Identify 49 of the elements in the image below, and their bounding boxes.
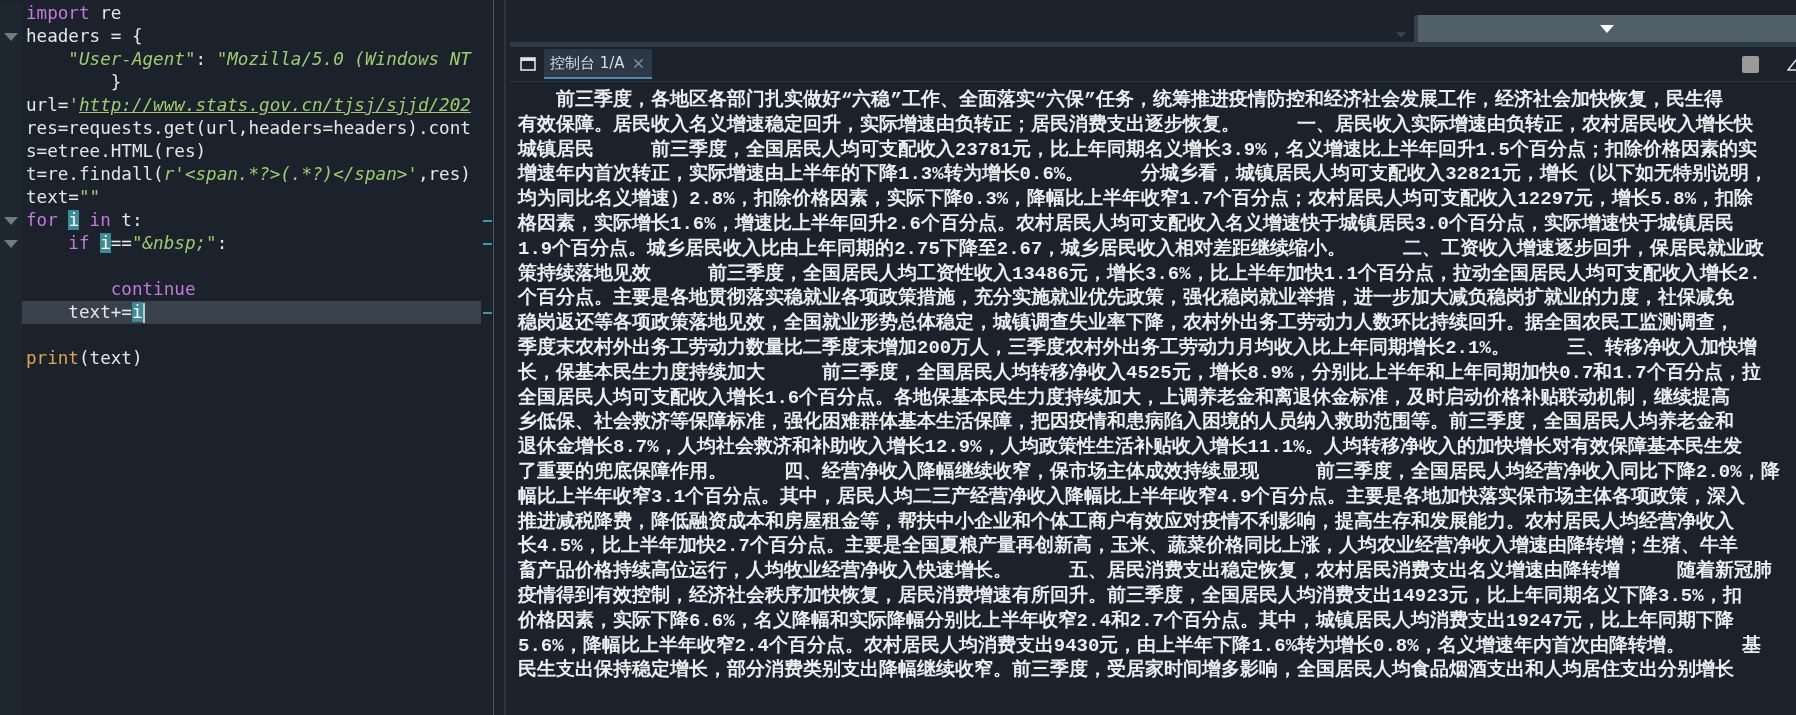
- console-output-line: 乡低保、社会救济等保障标准，强化困难群体基本生活保障，把因疫情和患病陷入困境的人员纳入救助范围等。前三季度，全国居民人均养老金和: [518, 410, 1734, 435]
- occurrence-marker[interactable]: [482, 219, 492, 222]
- fold-arrow-icon[interactable]: [4, 32, 18, 41]
- clear-icon[interactable]: [1787, 57, 1796, 71]
- console-output-line: 价格因素，实际下降6.6%，名义降幅和实际降幅分别比上半年收窄2.4和2.7个百分点。其中，城镇居民人均消费支出19247元，比上年同期下降: [518, 608, 1735, 634]
- console-output-line: 均为同比名义增速）2.8%，扣除价格因素，实际下降0.3%，降幅比上半年收窄1.7个百分点；农村居民人均可支配收入12297元，增长5.8%，扣除: [518, 187, 1754, 212]
- console-output-line: 幅比上半年收窄3.1个百分点。其中，居民人均二三产经营净收入降幅比上半年收窄4.9个百分点。主要是各地加快落实保市场主体各项政策，深入: [518, 484, 1746, 510]
- console-output-line: 推进减税降费，降低融资成本和房屋租金等，帮扶中小企业和个体工商户有效应对疫情不利影响，提高生存和发展能力。农村居民人均经营净收入: [518, 509, 1734, 534]
- code-line: }: [109, 71, 123, 94]
- code-line: import re: [25, 2, 123, 25]
- console-tab[interactable]: 控制台 1/A: [544, 49, 652, 79]
- fold-arrow-icon[interactable]: [4, 239, 18, 248]
- scrollbar[interactable]: [493, 0, 506, 715]
- code-line: t=re.findall(r'<span.*?>(.*?)</span>',res): [25, 163, 472, 186]
- console-output-line: 民生支出保持稳定增长，部分消费类别支出降幅继续收窄。前三季度，受居家时间增多影响，全国居民人均食品烟酒支出和人均居住支出分别增长: [518, 658, 1734, 684]
- console-output-line: 策持续落地见效 前三季度，全国居民人均工资性收入13486元，增长3.6%，比上半年加快1.1个百分点，拉动全国居民人均可支配收入增长2.: [518, 261, 1761, 286]
- code-line: url='http://www.stats.gov.cn/tjsj/sjjd/202: [25, 94, 472, 117]
- caret-icon[interactable]: [1600, 24, 1614, 33]
- window-icon[interactable]: [520, 57, 536, 71]
- code-line: if i=="&nbsp;":: [67, 232, 229, 255]
- console-output-line: 全国居民人均可支配收入增长1.6个百分点。各地保基本民生力度持续加大，上调养老金和离退休金标准，及时启动价格补贴联动机制，继续提高: [518, 385, 1731, 410]
- console-output-line: 稳岗返还等各项政策落地见效，全国就业形势总体稳定，城镇调查失业率下降，农村外出务工劳动力人数环比持续回升。据全国农民工监测调查，: [518, 311, 1734, 336]
- console-output-line: 疫情得到有效控制，经济社会秩序加快恢复，居民消费增速有所回升。前三季度，全国居民人均消费支出14923元，比上年同期名义下降3.5%，扣: [518, 583, 1742, 609]
- console-output-line: 增速年内首次转正，实际增速由上半年的下降1.3%转为增长0.6%。 分城乡看，城镇居民人均可支配收入32821元，增长（以下如无特别说明，: [518, 162, 1769, 187]
- console-output-line: 长，保基本民生力度持续加大 前三季度，全国居民人均转移净收入4525元，增长8.9%，分别比上半年和上年同期加快0.7和1.7个百分点，拉: [518, 360, 1761, 386]
- console-output-line: 城镇居民 前三季度，全国居民人均可支配收入23781元，比上年同期名义增长3.9%，名义增速比上半年回升1.5个百分点；扣除价格因素的实: [518, 137, 1757, 162]
- console-output-line: 前三季度，各地区各部门扎实做好“六稳”工作、全面落实“六保”任务，统筹推进疫情防控和经济社会发展工作，经济社会加快恢复，民生得: [555, 88, 1723, 113]
- occurrence-marker[interactable]: [482, 242, 492, 245]
- console-output-line: 畜产品价格持续高位运行，人均牧业经营净收入快速增长。 五、居民消费支出稳定恢复，农村居民消费支出名义增速由降转增 随着新冠肺: [518, 559, 1772, 584]
- console-output-line: 有效保障。居民收入名义增速稳定回升，实际增速由负转正；居民消费支出逐步恢复。 一、居民收入实际增速由负转正，农村居民收入增长快: [518, 112, 1753, 138]
- code-line: print(text): [25, 347, 144, 370]
- console-output-line: 退休金增长8.7%，人均社会救济和补助收入增长12.9%，人均政策性生活补贴收入增长11.1%。人均转移净收入的加快增长对有效保障基本民生发: [518, 435, 1742, 460]
- fold-arrow-icon[interactable]: [4, 216, 18, 225]
- code-line: for i in t:: [25, 209, 144, 232]
- console-output-line: 个百分点。主要是各地贯彻落实稳就业各项政策措施，充分实施就业优先政策，强化稳岗就业举措，进一步加大减负稳岗扩就业的力度，社保减免: [518, 286, 1734, 311]
- code-line: "User-Agent": "Mozilla/5.0 (Windows NT: [67, 48, 473, 71]
- code-line: text="": [25, 186, 102, 209]
- code-line: continue: [109, 278, 197, 301]
- code-line: res=requests.get(url,headers=headers).cont: [25, 117, 472, 140]
- occurrence-marker[interactable]: [482, 311, 492, 314]
- stop-icon[interactable]: [1742, 55, 1759, 73]
- console-output-line: 长4.5%，比上半年加快2.7个百分点。主要是全国夏粮产量再创新高，玉米、蔬菜价格同比上涨，人均农业经营净收入增速由降转增；生猪、牛羊: [518, 534, 1738, 559]
- console-output-line: 1.9个百分点。城乡居民收入比由上年同期的2.75下降至2.67，城乡居民收入相对差距继续缩小。 二、工资收入增速逐步回升，保居民就业政: [518, 236, 1765, 262]
- code-line: s=etree.HTML(res): [25, 140, 208, 163]
- console-output-line: 格因素，实际增长1.6%，增速比上半年回升2.6个百分点。农村居民人均可支配收入名义增速快于城镇居民3.0个百分点，实际增速快于城镇居民: [518, 212, 1735, 237]
- console-output-line: 季度末农村外出务工劳动力数量比二季度末增加200万人，三季度农村外出务工劳动力月均收入比上年同期增长2.1%。 三、转移净收入加快增: [518, 335, 1757, 361]
- console-output-line: 了重要的兜底保障作用。 四、经营净收入降幅继续收窄，保市场主体成效持续显现 前三季度，全国居民人均经营净收入同比下降2.0%，降: [518, 459, 1780, 485]
- code-line: headers = {: [25, 25, 144, 48]
- console-output-line: 5.6%，降幅比上半年收窄2.4个百分点。农村居民人均消费支出9430元，由上半年下降1.6%转为增长0.8%，名义增速年内首次由降转增。 基: [518, 633, 1761, 658]
